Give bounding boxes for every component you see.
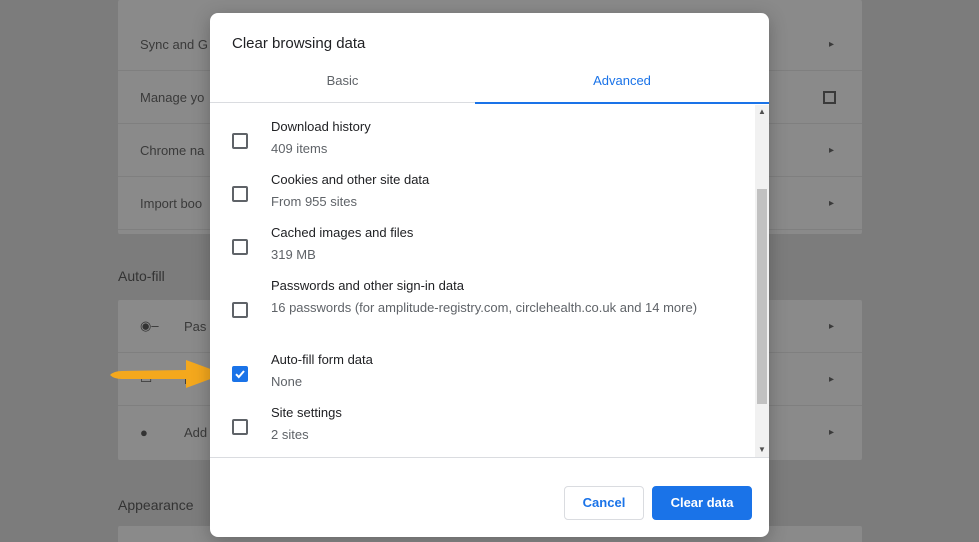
checkbox[interactable] [232,419,248,435]
annotation-arrow-icon [110,360,224,388]
appearance-section-heading: Appearance [118,497,194,513]
tab-selected-indicator [475,102,769,104]
option-title: Download history [271,119,371,134]
checkmark-icon [235,370,245,379]
chevron-right-icon: ▸ [828,320,834,332]
option-subtitle: 16 passwords (for amplitude-registry.com… [271,300,698,315]
list-scrollbar[interactable]: ▲ ▼ [755,105,769,457]
settings-row-label: Import boo [140,195,203,211]
clear-data-button[interactable]: Clear data [652,486,752,520]
settings-row-label: Manage yo [140,89,205,105]
chevron-right-icon: ▸ [828,427,834,438]
dialog-tabs: Basic Advanced [210,67,769,104]
option-subtitle: 2 sites [271,427,309,442]
chevron-right-icon: ▸ [828,373,834,385]
checkbox[interactable] [232,302,248,318]
option-subtitle: From 955 sites [271,194,357,209]
option-title: Site settings [271,405,342,420]
option-subtitle: None [271,374,303,389]
chevron-right-icon: ▸ [828,38,834,50]
settings-row-label: Sync and G [140,36,208,52]
chevron-right-icon: ▸ [828,144,834,156]
option-subtitle: 409 items [271,141,328,156]
scroll-down-arrow-icon[interactable]: ▼ [755,443,769,457]
checkbox[interactable] [232,186,248,202]
location-pin-icon: ● [140,425,148,440]
option-title: Auto-fill form data [271,352,373,367]
dialog-footer: Cancel Clear data [210,457,769,537]
clear-browsing-data-dialog: Clear browsing data Basic Advanced Downl… [210,13,769,537]
settings-row-label: Chrome na [140,142,205,158]
option-title: Passwords and other sign-in data [271,278,464,293]
autofill-section-heading: Auto-fill [118,268,165,284]
key-icon: ◉– [140,318,159,333]
tab-advanced[interactable]: Advanced [475,67,769,104]
settings-row-label: Add [184,425,208,440]
checkbox-checked[interactable] [232,366,248,382]
settings-row-label: Pas [184,318,207,334]
option-subtitle: 319 MB [271,247,316,262]
option-title: Cached images and files [271,225,414,240]
scrollbar-thumb[interactable] [757,189,767,404]
checkbox[interactable] [232,239,248,255]
cancel-button[interactable]: Cancel [564,486,644,520]
external-link-icon [823,90,836,104]
checkbox[interactable] [232,133,248,149]
scroll-up-arrow-icon[interactable]: ▲ [755,105,769,119]
tab-basic[interactable]: Basic [210,67,475,103]
dialog-title: Clear browsing data [232,35,366,52]
tab-label: Advanced [593,73,651,88]
clear-data-options-list: Download history 409 items Cookies and o… [210,105,755,457]
chevron-right-icon: ▸ [828,197,834,209]
option-title: Cookies and other site data [271,172,430,187]
